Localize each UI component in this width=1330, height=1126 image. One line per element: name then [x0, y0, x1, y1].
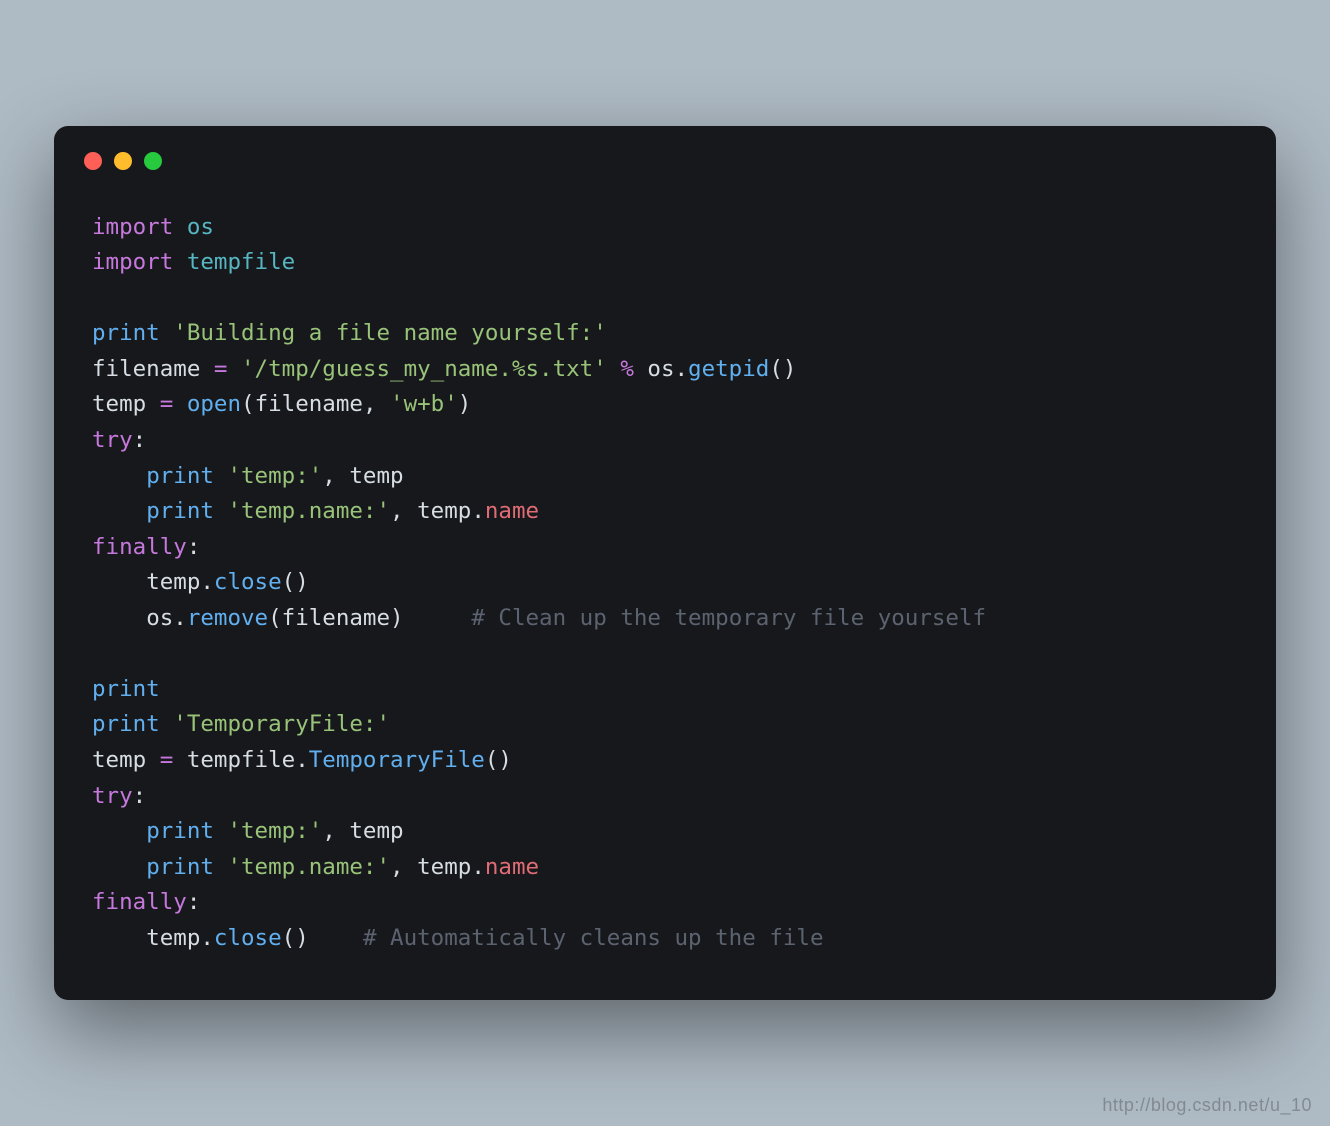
close-icon[interactable] [84, 152, 102, 170]
zoom-icon[interactable] [144, 152, 162, 170]
minimize-icon[interactable] [114, 152, 132, 170]
window-titlebar [54, 126, 1276, 180]
code-window: import os import tempfile print 'Buildin… [54, 126, 1276, 1000]
code-block: import os import tempfile print 'Buildin… [54, 180, 1276, 1000]
watermark-text: http://blog.csdn.net/u_10 [1102, 1095, 1312, 1116]
